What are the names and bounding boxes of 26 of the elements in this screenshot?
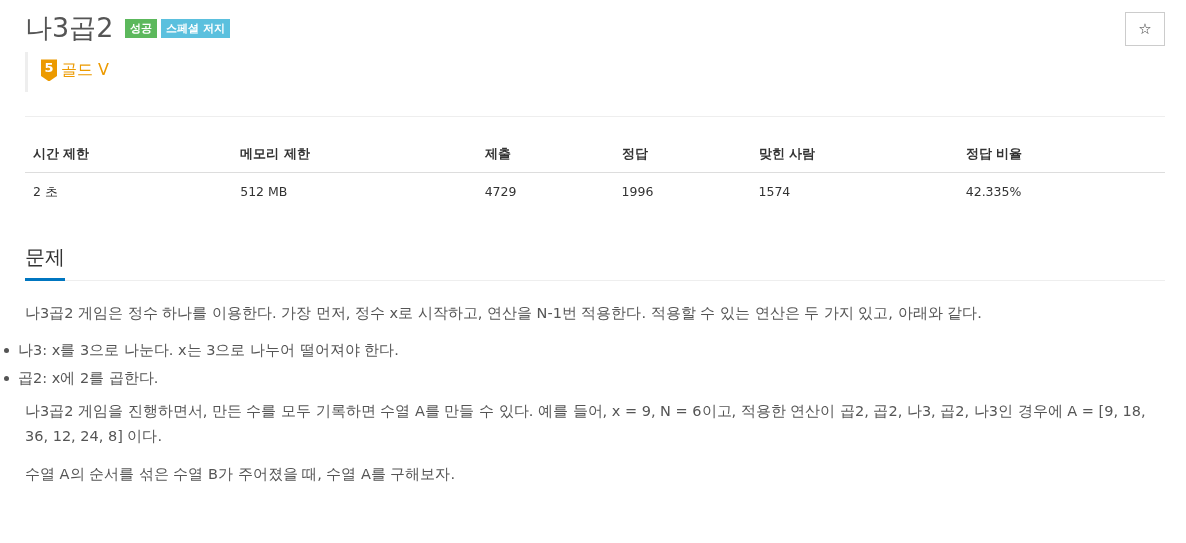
table-cell: 2 초 xyxy=(25,172,233,212)
paragraph: 나3곱2 게임을 진행하면서, 만든 수를 모두 기록하면 수열 A를 만들 수 있다. 예를 들어, x = 9, N = 6이고, 적용한 연산이 곱2, 곱2, 나3, 곱2, 나3인 경우에 A = [9, 18, 36, 12, 24, 8] 이다. xyxy=(25,402,1147,447)
bullet-icon xyxy=(4,375,9,381)
table-cell: 1574 xyxy=(750,172,958,212)
tier-badge: 5 xyxy=(41,59,57,82)
table-cell: 1996 xyxy=(613,172,751,212)
table-cell: 42.335% xyxy=(957,172,1165,212)
section-heading: 문제 xyxy=(25,241,65,281)
column-header: 제출 xyxy=(476,137,614,173)
tier-name: 골드 V xyxy=(61,59,110,82)
column-header: 정답 xyxy=(613,137,751,173)
list-item: 곱2: x에 2를 곱한다. xyxy=(18,368,159,388)
column-header: 맞힌 사람 xyxy=(750,137,958,173)
column-header: 메모리 제한 xyxy=(232,137,477,173)
column-header: 시간 제한 xyxy=(25,137,233,173)
list-item: 나3: x를 3으로 나눈다. x는 3으로 나누어 떨어져야 한다. xyxy=(18,341,399,361)
status-label: 성공 xyxy=(125,18,158,38)
table-cell: 4729 xyxy=(476,172,614,212)
status-label: 스페셜 저지 xyxy=(161,18,231,38)
paragraph: 나3곱2 게임은 정수 하나를 이용한다. 가장 먼저, 정수 x로 시작하고, 연산을 N-1번 적용한다. 적용할 수 있는 연산은 두 가지 있고, 아래와 같다. xyxy=(25,303,983,323)
paragraph: 수열 A의 순서를 섞은 수열 B가 주어졌을 때, 수열 A를 구해보자. xyxy=(25,464,457,484)
problem-title: 나3곱2 xyxy=(25,12,114,45)
bullet-icon xyxy=(4,348,9,354)
table-cell: 512 MB xyxy=(232,172,477,212)
column-header: 정답 비율 xyxy=(957,137,1165,173)
star-button[interactable]: ☆ xyxy=(1125,12,1165,46)
